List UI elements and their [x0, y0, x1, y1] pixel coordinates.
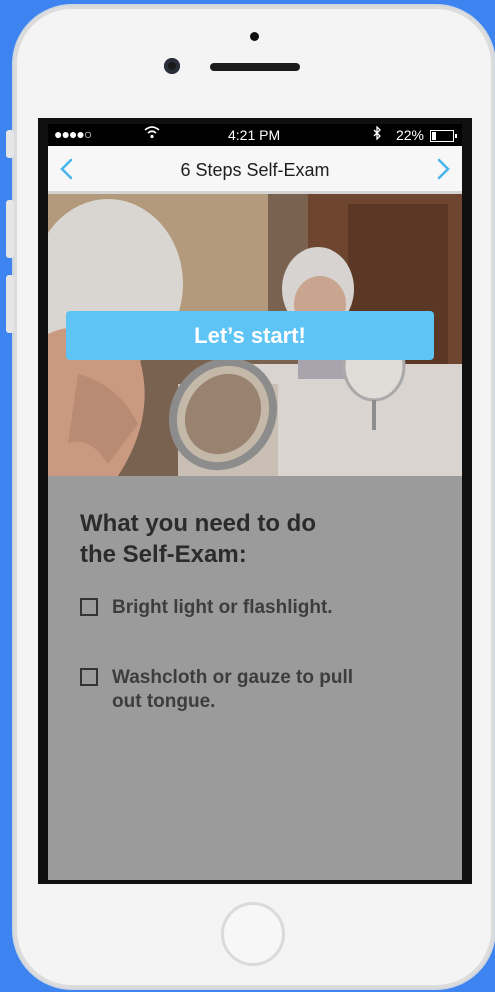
- battery-percent: 22%: [395, 127, 424, 143]
- hero-image: Let’s start!: [48, 194, 462, 476]
- requirements-heading: What you need to do the Self-Exam:: [80, 508, 380, 570]
- front-camera: [164, 58, 180, 74]
- navigation-bar: 6 Steps Self-Exam: [48, 146, 462, 194]
- signal-strength: ●●●●○: [54, 126, 92, 142]
- heading-line-1: What you need to do: [80, 510, 316, 537]
- wifi-icon: [144, 125, 160, 142]
- proximity-sensor: [250, 32, 259, 41]
- status-bar: ●●●●○ 4:21 PM 22%: [48, 124, 462, 146]
- requirement-label-light: Bright light or flashlight.: [112, 597, 333, 618]
- heading-line-2: the Self-Exam:: [80, 541, 247, 568]
- lets-start-button[interactable]: Let’s start!: [66, 311, 434, 360]
- volume-up-button[interactable]: [6, 200, 14, 258]
- status-time: 4:21 PM: [228, 127, 281, 143]
- chevron-right-icon[interactable]: [430, 156, 456, 182]
- volume-down-button[interactable]: [6, 275, 14, 333]
- battery-icon: [430, 130, 457, 142]
- requirements-section: What you need to do the Self-Exam: Brigh…: [48, 476, 462, 880]
- earpiece-speaker: [210, 63, 300, 71]
- bluetooth-icon: [372, 125, 382, 143]
- battery-fill: [432, 132, 436, 140]
- checkbox-light[interactable]: [80, 598, 98, 616]
- checkbox-washcloth[interactable]: [80, 668, 98, 686]
- requirement-label-washcloth-line-1: Washcloth or gauze to pull: [112, 667, 354, 688]
- page-title: 6 Steps Self-Exam: [180, 160, 330, 180]
- requirement-label-washcloth-line-2: out tongue.: [112, 691, 216, 712]
- app-screen: ●●●●○ 4:21 PM 22% 6 Steps Self-Exam Let’…: [48, 124, 462, 880]
- mute-switch[interactable]: [6, 130, 14, 158]
- home-button[interactable]: [221, 902, 285, 966]
